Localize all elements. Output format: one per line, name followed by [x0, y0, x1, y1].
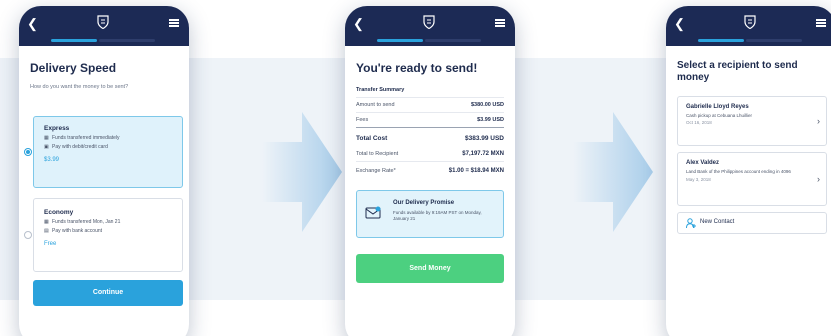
chevron-right-icon[interactable]: ›	[817, 116, 820, 126]
app-flow-showcase: ❮ Delivery Speed How do you want the mon…	[0, 0, 831, 336]
bank-icon: ▦	[44, 219, 49, 225]
recipient-name: Alex Valdez	[686, 160, 720, 166]
option-economy[interactable]: Economy ▦ Funds transferred Mon, Jan 21 ▤…	[24, 198, 183, 272]
step-progress	[345, 39, 515, 42]
new-contact-button[interactable]: New Contact	[677, 212, 827, 234]
recipient-date: Oct 16, 2018	[686, 120, 712, 125]
bank-icon: ▦	[44, 135, 49, 141]
recipient-date: May 3, 2018	[686, 177, 711, 182]
page-title: You're ready to send!	[356, 61, 478, 75]
total-recipient-row: Total to Recipient $7,197.72 MXN	[356, 146, 504, 162]
phone-delivery-speed: ❮ Delivery Speed How do you want the mon…	[19, 6, 189, 336]
promise-text: Funds available by 9:19AM PST on Monday,…	[393, 210, 482, 221]
app-header: ❮	[666, 6, 831, 46]
screen-content: Select a recipient to send money Gabriel…	[666, 46, 831, 336]
person-add-icon	[686, 218, 696, 229]
summary-heading: Transfer Summary	[356, 83, 504, 98]
hamburger-menu-icon[interactable]	[816, 19, 826, 27]
hamburger-menu-icon[interactable]	[169, 19, 179, 27]
recipient-name: Gabrielle Lloyd Reyes	[686, 104, 749, 110]
back-arrow-icon[interactable]: ❮	[27, 16, 38, 32]
recipient-card[interactable]: Alex Valdez Land Bank of the Philippines…	[677, 152, 827, 206]
amount-row: Amount to send $380.00 USD	[356, 98, 504, 113]
flow-arrow-icon	[262, 112, 342, 232]
feature-line: ▣ Pay with debit/credit card	[44, 144, 108, 150]
step-progress	[19, 39, 189, 42]
app-header: ❮	[345, 6, 515, 46]
shield-logo-icon	[744, 15, 756, 29]
page-title: Select a recipient to send money	[677, 60, 798, 83]
shield-logo-icon	[97, 15, 109, 29]
option-express[interactable]: Express ▦ Funds transferred immediately ▣…	[24, 116, 183, 188]
fees-row: Fees $3.99 USD	[356, 113, 504, 128]
option-title: Express	[44, 125, 70, 132]
back-arrow-icon[interactable]: ❮	[353, 16, 364, 32]
option-price: Free	[44, 241, 57, 247]
exchange-row: Exchange Rate* $1.00 = $18.94 MXN	[356, 168, 504, 174]
bank-icon: ▤	[44, 228, 49, 234]
chevron-right-icon[interactable]: ›	[817, 174, 820, 184]
screen-content: You're ready to send! Transfer Summary A…	[345, 46, 515, 336]
send-money-button[interactable]: Send Money	[356, 254, 504, 283]
radio-economy[interactable]	[24, 231, 32, 239]
phone-ready-to-send: ❮ You're ready to send! Transfer Summary…	[345, 6, 515, 336]
option-price: $3.99	[44, 157, 60, 163]
page-title: Delivery Speed	[30, 61, 117, 75]
flow-arrow-icon	[573, 112, 653, 232]
recipient-detail: Land Bank of the Philippines account end…	[686, 169, 791, 174]
envelope-check-icon	[365, 206, 381, 219]
card-icon: ▣	[44, 144, 49, 150]
radio-express[interactable]	[24, 148, 32, 156]
app-header: ❮	[19, 6, 189, 46]
hamburger-menu-icon[interactable]	[495, 19, 505, 27]
new-contact-label: New Contact	[700, 219, 735, 225]
recipient-detail: Cash pickup at Cebuana Lhuillier	[686, 113, 753, 118]
delivery-promise-card: Our Delivery Promise Funds available by …	[356, 190, 504, 238]
step-progress	[666, 39, 831, 42]
back-arrow-icon[interactable]: ❮	[674, 16, 685, 32]
promise-title: Our Delivery Promise	[393, 200, 455, 206]
continue-button[interactable]: Continue	[33, 280, 183, 306]
feature-line: ▦ Funds transferred immediately	[44, 135, 120, 141]
feature-line: ▤ Pay with bank account	[44, 228, 103, 234]
phone-select-recipient: ❮ Select a recipient to send money Gabri…	[666, 6, 831, 336]
recipient-card[interactable]: Gabrielle Lloyd Reyes Cash pickup at Ceb…	[677, 96, 827, 146]
page-subtitle: How do you want the money to be sent?	[30, 84, 129, 90]
screen-content: Delivery Speed How do you want the money…	[19, 46, 189, 336]
total-cost-row: Total Cost $383.99 USD	[356, 135, 504, 142]
shield-logo-icon	[423, 15, 435, 29]
feature-line: ▦ Funds transferred Mon, Jan 21	[44, 219, 121, 225]
option-title: Economy	[44, 209, 74, 216]
